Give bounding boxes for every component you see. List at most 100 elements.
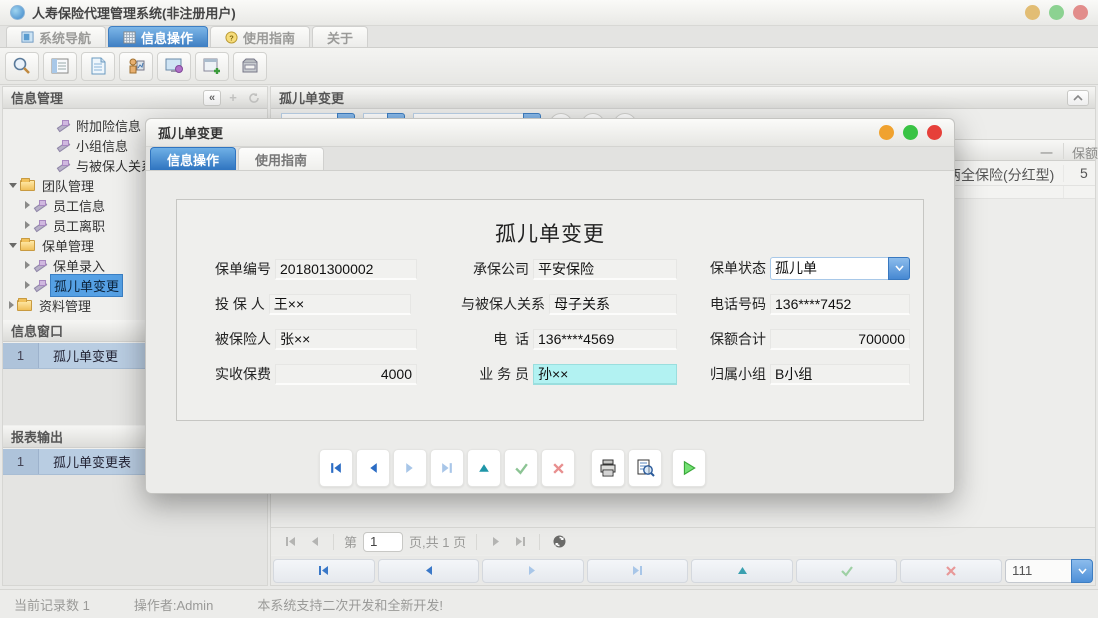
maximize-button[interactable] — [1049, 5, 1064, 20]
relation-input[interactable]: 母子关系 — [549, 294, 677, 315]
nav-first-button[interactable] — [273, 559, 375, 583]
expander-right-icon[interactable] — [25, 281, 30, 289]
dialog-titlebar[interactable]: 孤儿单变更 — [146, 119, 954, 147]
monitor-icon — [21, 31, 34, 44]
prev-page-icon — [308, 535, 321, 548]
tab-user-guide[interactable]: ? 使用指南 — [210, 26, 310, 47]
collapse-panel-button[interactable]: « — [203, 90, 221, 106]
dialog-edit-button[interactable] — [467, 449, 501, 487]
expander-down-icon[interactable] — [9, 243, 17, 248]
expander-right-icon[interactable] — [25, 201, 30, 209]
tab-system-nav[interactable]: 系统导航 — [6, 26, 106, 47]
data-list-button[interactable] — [43, 52, 77, 81]
add-record-button[interactable] — [195, 52, 229, 81]
refresh-tree-button[interactable] — [245, 90, 263, 106]
premium-input[interactable]: 4000 — [275, 364, 417, 385]
dialog-maximize-button[interactable] — [903, 125, 918, 140]
company-input[interactable]: 平安保险 — [533, 259, 677, 280]
window-controls — [1025, 5, 1088, 20]
first-page-button[interactable] — [281, 533, 299, 551]
output-tray-button[interactable] — [233, 52, 267, 81]
row-label: 孤儿单变更 — [39, 343, 118, 368]
expander-right-icon[interactable] — [25, 221, 30, 229]
dialog-preview-button[interactable] — [628, 449, 662, 487]
preview-search-button[interactable] — [5, 52, 39, 81]
nav-confirm-button[interactable] — [796, 559, 898, 583]
policy-no-input[interactable]: 201801300002 — [275, 259, 417, 280]
page-total-label: 页,共 1 页 — [409, 532, 466, 551]
app-logo-icon — [10, 5, 25, 20]
applicant-input[interactable]: 王×× — [269, 294, 411, 315]
field-company: 承保公司 平安保险 — [461, 258, 677, 280]
last-page-button[interactable] — [511, 533, 529, 551]
refresh-page-button[interactable] — [550, 533, 568, 551]
chevron-down-icon[interactable] — [1071, 559, 1093, 583]
agent-input[interactable]: 孙×× — [533, 364, 677, 385]
dialog-next-button[interactable] — [393, 449, 427, 487]
form-title: 孤儿单变更 — [177, 218, 923, 248]
personnel-button[interactable] — [119, 52, 153, 81]
nav-prev-button[interactable] — [378, 559, 480, 583]
dialog-tab-info-operations[interactable]: 信息操作 — [150, 147, 236, 170]
tab-info-operations[interactable]: 信息操作 — [108, 26, 208, 47]
last-record-icon — [440, 461, 454, 475]
group-input[interactable]: B小组 — [770, 364, 910, 385]
total-amount-input[interactable]: 700000 — [770, 329, 910, 350]
grid-header-col2[interactable]: 保额 — [1063, 143, 1098, 159]
dialog-minimize-button[interactable] — [879, 125, 894, 140]
printer-tray-icon — [240, 56, 260, 76]
dialog-cancel-button[interactable] — [541, 449, 575, 487]
last-page-icon — [514, 535, 527, 548]
close-button[interactable] — [1073, 5, 1088, 20]
folder-icon — [20, 180, 35, 191]
row-label: 孤儿单变更表 — [39, 449, 131, 474]
record-count-input[interactable] — [1005, 559, 1071, 583]
phone-input[interactable]: 136****4569 — [533, 329, 677, 350]
table-icon — [50, 56, 70, 76]
expander-right-icon[interactable] — [25, 261, 30, 269]
document-button[interactable] — [81, 52, 115, 81]
minimize-button[interactable] — [1025, 5, 1040, 20]
policy-status-combo[interactable]: 孤儿单 — [770, 257, 910, 280]
tool-icon — [56, 139, 69, 152]
record-nav-bar — [271, 556, 1095, 585]
dialog-prev-button[interactable] — [356, 449, 390, 487]
field-total: 保额合计 700000 — [710, 328, 910, 350]
nav-last-button[interactable] — [587, 559, 689, 583]
dialog-print-button[interactable] — [591, 449, 625, 487]
operator-status: 操作者:Admin — [120, 595, 227, 614]
print-preview-icon — [635, 458, 655, 478]
record-count-combo[interactable] — [1005, 559, 1093, 583]
tab-label: 使用指南 — [243, 28, 295, 47]
next-record-icon — [526, 564, 539, 577]
insured-input[interactable]: 张×× — [275, 329, 417, 350]
dialog-run-button[interactable] — [672, 449, 706, 487]
dialog-last-button[interactable] — [430, 449, 464, 487]
page-number-input[interactable] — [363, 532, 403, 552]
nav-edit-button[interactable] — [691, 559, 793, 583]
collapse-main-button[interactable] — [1067, 90, 1089, 106]
nav-next-button[interactable] — [482, 559, 584, 583]
dialog-close-button[interactable] — [927, 125, 942, 140]
tab-about[interactable]: 关于 — [312, 26, 368, 47]
phone-number-input[interactable]: 136****7452 — [770, 294, 910, 315]
expander-right-icon[interactable] — [9, 301, 14, 309]
field-label: 实收保费 — [215, 364, 271, 384]
window-titlebar: 人寿保险代理管理系统(非注册用户) — [0, 0, 1098, 26]
status-bar: 当前记录数 1 操作者:Admin 本系统支持二次开发和全新开发! — [0, 589, 1098, 618]
field-label: 归属小组 — [710, 364, 766, 384]
nav-cancel-button[interactable] — [900, 559, 1002, 583]
dialog-confirm-button[interactable] — [504, 449, 538, 487]
next-page-button[interactable] — [487, 533, 505, 551]
field-label: 投 保 人 — [215, 294, 265, 314]
field-label: 承保公司 — [473, 259, 529, 279]
expander-down-icon[interactable] — [9, 183, 17, 188]
prev-page-button[interactable] — [305, 533, 323, 551]
dialog-first-button[interactable] — [319, 449, 353, 487]
chevron-down-icon[interactable] — [888, 257, 910, 280]
tab-label: 信息操作 — [141, 28, 193, 47]
dialog-tab-user-guide[interactable]: 使用指南 — [238, 147, 324, 170]
display-button[interactable] — [157, 52, 191, 81]
grid-icon — [123, 31, 136, 44]
add-node-button[interactable]: + — [224, 90, 242, 106]
